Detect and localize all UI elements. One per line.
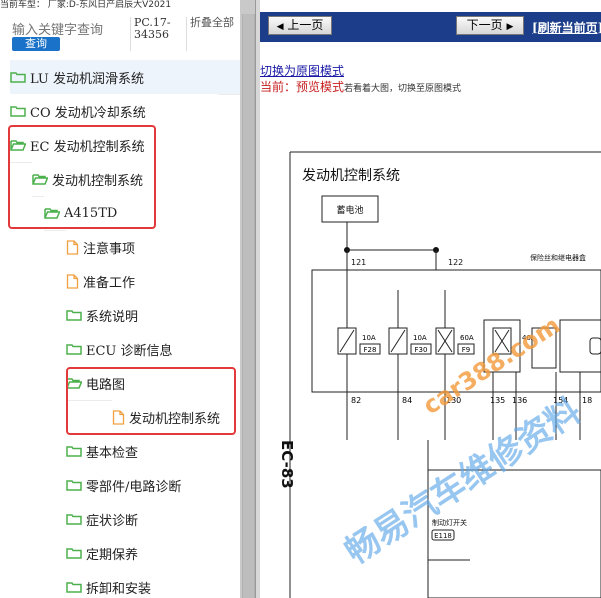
tree-item-label: 拆卸和安装 [86, 581, 152, 597]
tree-item-system-description[interactable]: 系统说明 [66, 298, 218, 333]
battery-label: 蓄电池 [336, 204, 363, 216]
tree-item-label: ECU 诊断信息 [86, 343, 173, 359]
tree-item-engine-control[interactable]: 发动机控制系统 [32, 162, 218, 197]
tree-item-a415td[interactable]: A415TD [44, 196, 218, 231]
fuse-amp: 10A [413, 334, 427, 342]
fuse-id: F30 [415, 346, 428, 354]
next-page-button[interactable]: 下一页 ▶ [456, 16, 524, 35]
tree-item-label: 系统说明 [86, 309, 139, 325]
tree-item-preparation[interactable]: 准备工作 [66, 264, 218, 299]
tree-item-label: EC 发动机控制系统 [30, 139, 145, 155]
tree-item-wiring-diagram[interactable]: 电路图 [66, 366, 218, 401]
wire-label: 135 [490, 396, 505, 405]
folder-open-icon [66, 377, 82, 389]
fuse-amp: 10A [362, 334, 376, 342]
wire-label: 121 [351, 258, 366, 267]
tree-item-lu[interactable]: LU 发动机润滑系统 [10, 60, 240, 95]
folder-icon [10, 105, 26, 117]
prev-page-button[interactable]: ◀ 上一页 [268, 16, 332, 35]
tree-item-engine-control-diagram[interactable]: 发动机控制系统 [112, 400, 228, 435]
wire-label: 122 [448, 258, 463, 267]
tree-item-ec[interactable]: EC 发动机控制系统 [10, 128, 218, 163]
tree-item-basic-inspection[interactable]: 基本检查 [66, 434, 218, 469]
tree-item-label: A415TD [64, 205, 118, 221]
tree-item-label: 准备工作 [83, 275, 136, 291]
brake-connector-id: E118 [434, 532, 452, 540]
tree-item-label: 症状诊断 [86, 513, 139, 529]
wire-label: 82 [351, 396, 361, 405]
separator [186, 17, 187, 51]
relay-box-label: 保险丝和继电器盒 [530, 253, 586, 262]
tree-item-label: 基本检查 [86, 445, 139, 461]
folder-open-icon [32, 173, 48, 185]
next-page-label: 下一页 [466, 18, 503, 32]
tree-item-label: 发动机控制系统 [52, 173, 144, 189]
folder-icon [66, 581, 82, 593]
file-icon [66, 273, 79, 289]
arrow-left-icon: ◀ [276, 22, 284, 32]
page-code: EC-83 [278, 440, 296, 489]
tree-item-co[interactable]: CO 发动机冷却系统 [10, 94, 218, 129]
document-pane: ◀ 上一页 下一页 ▶ [刷新当前页] 切换为原图模式 当前：预览模式若看着大图… [260, 0, 601, 598]
tree-item-label: 定期保养 [86, 547, 139, 563]
tree-item-precautions[interactable]: 注意事项 [66, 230, 218, 265]
tree-item-removal-installation[interactable]: 拆卸和安装 [66, 570, 218, 598]
search-button[interactable]: 查询 [12, 37, 60, 51]
page-nav-bar: ◀ 上一页 下一页 ▶ [刷新当前页] [260, 12, 601, 42]
folder-icon [66, 547, 82, 559]
wire-label: 84 [402, 396, 412, 405]
wire-label: 136 [512, 396, 527, 405]
folder-open-icon [44, 207, 60, 219]
folder-icon [66, 479, 82, 491]
tree-item-label: 零部件/电路诊断 [86, 479, 182, 495]
document-code: PC.17-34356 [134, 16, 171, 41]
tree-item-label: CO 发动机冷却系统 [30, 105, 146, 121]
switch-original-link[interactable]: 切换为原图模式 [260, 62, 344, 79]
fuse-amp: 60A [460, 334, 474, 342]
fuse-id: F28 [364, 346, 377, 354]
tree-item-label: LU 发动机润滑系统 [30, 71, 145, 87]
mode-hint: 若看着大图，切换至原图模式 [344, 84, 462, 94]
fold-all-button[interactable]: 折叠全部 [190, 17, 234, 29]
prev-page-label: 上一页 [287, 18, 324, 32]
tree-item-label: 发动机控制系统 [129, 411, 221, 427]
watermark-text: 畅易汽车维修资料 [338, 391, 588, 573]
folder-icon [10, 71, 26, 83]
folder-icon [66, 513, 82, 525]
current-model-bar: 当前车型： 厂家:D-东风日产启辰大V2021 [0, 0, 255, 11]
tree-item-symptom-diagnosis[interactable]: 症状诊断 [66, 502, 218, 537]
tree-item-ecu-diagnosis[interactable]: ECU 诊断信息 [66, 332, 218, 367]
fuse-id: F9 [462, 346, 470, 354]
scrollbar-thumb[interactable] [242, 14, 255, 598]
tree-item-label: 注意事项 [83, 241, 136, 257]
file-icon [112, 409, 125, 425]
folder-icon [66, 343, 82, 355]
folder-open-icon [10, 139, 26, 151]
current-mode-value: 预览模式 [296, 80, 345, 94]
refresh-link[interactable]: [刷新当前页] [532, 19, 601, 36]
folder-icon [66, 309, 82, 321]
file-icon [66, 239, 79, 255]
folder-icon [66, 445, 82, 457]
tree-item-component-diagnosis[interactable]: 零部件/电路诊断 [66, 468, 218, 503]
diagram-title: 发动机控制系统 [302, 168, 400, 184]
current-mode-label: 当前： [260, 80, 297, 94]
tree-item-maintenance[interactable]: 定期保养 [66, 536, 218, 571]
search-bar: 查询 PC.17-34356 折叠全部 [0, 11, 240, 63]
wire-label: 18 [582, 396, 592, 405]
arrow-right-icon: ▶ [506, 22, 514, 32]
tree-item-label: 电路图 [86, 377, 126, 393]
tree-panel: 查询 PC.17-34356 折叠全部 LU 发动机润滑系统 CO 发动机冷却系… [0, 11, 240, 598]
wiring-diagram: 发动机控制系统 蓄电池 121 122 保险丝和继电器盒 10A F28 10A [278, 151, 601, 598]
current-mode-line: 当前：预览模式若看着大图，切换至原图模式 [260, 78, 461, 95]
separator [130, 17, 131, 51]
